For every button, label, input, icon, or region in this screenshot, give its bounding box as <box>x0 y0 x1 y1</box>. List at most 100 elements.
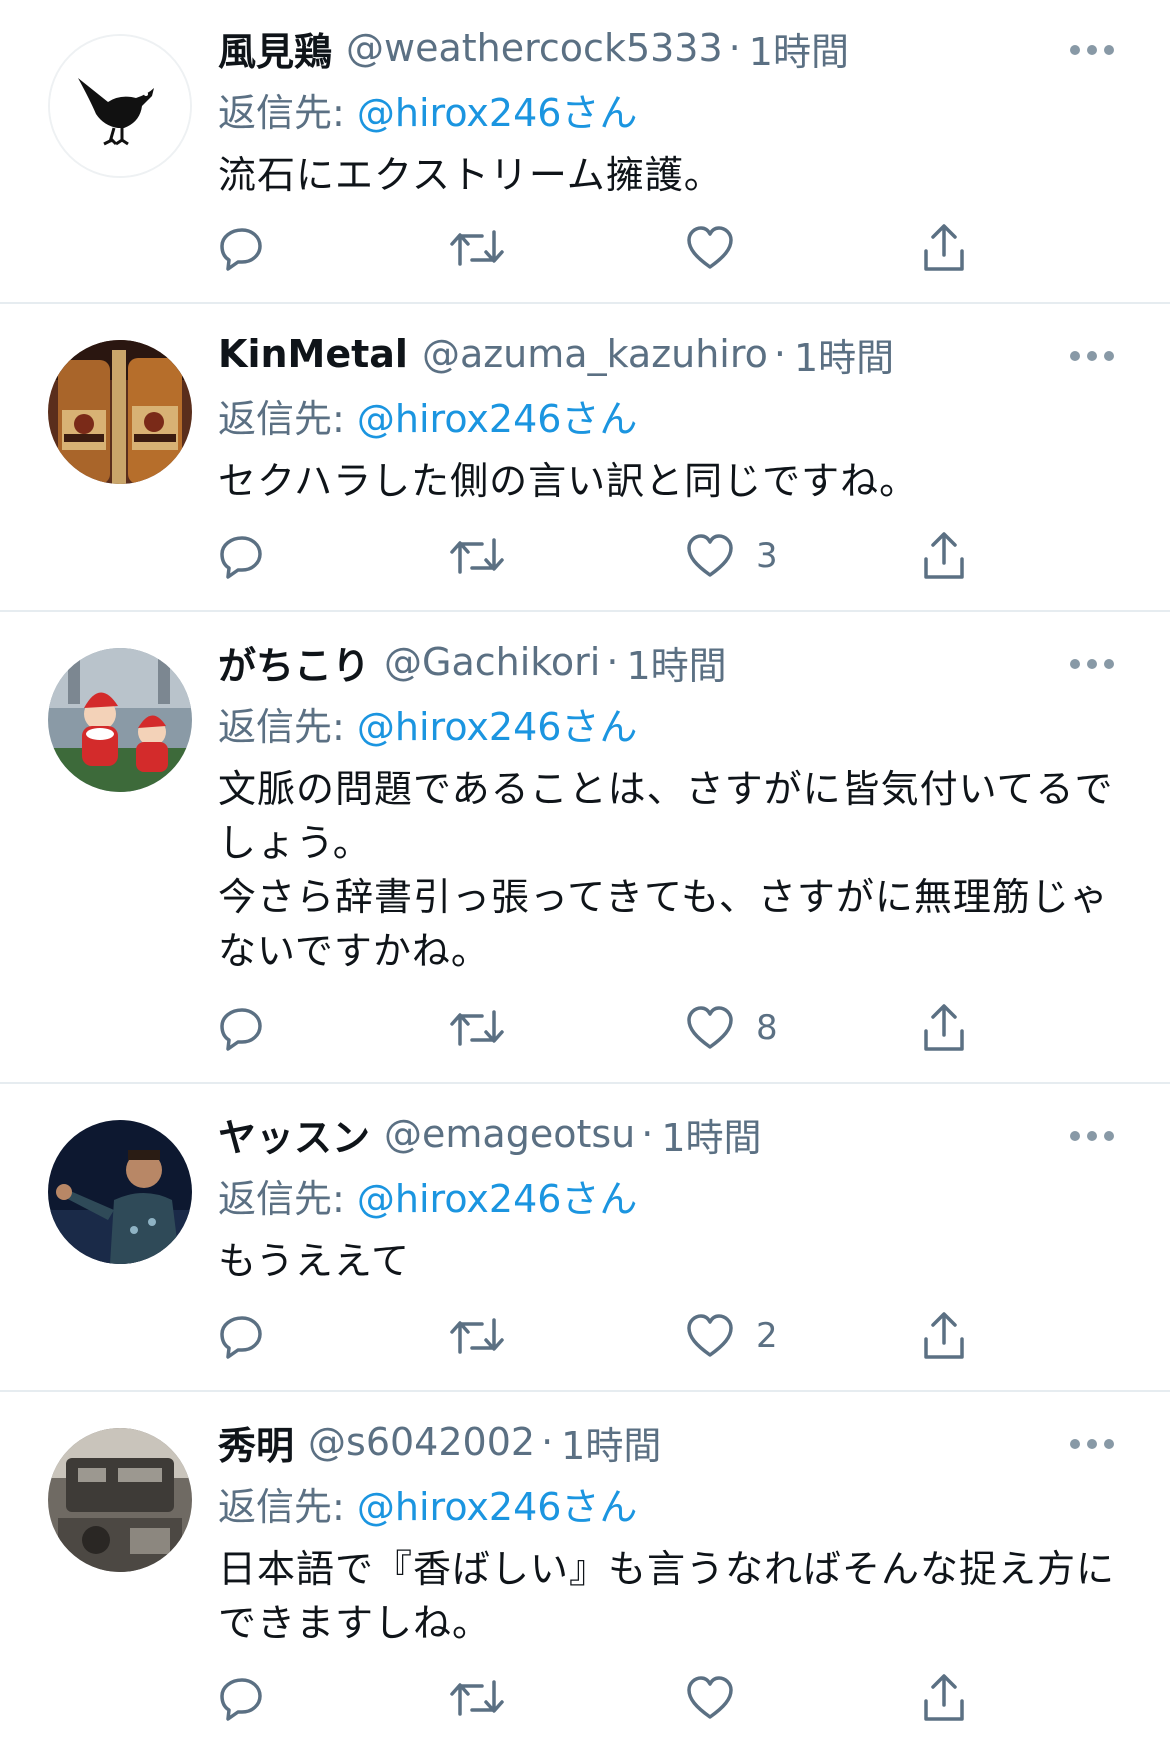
like-button[interactable]: 8 <box>686 1002 778 1054</box>
user-handle[interactable]: @azuma_kazuhiro <box>422 332 768 376</box>
reply-to-label: 返信先: <box>218 705 357 749</box>
reply-to-label: 返信先: <box>218 91 357 135</box>
tweet-5[interactable]: 秀明 @s6042002 · 1時間 返信先: @hirox246さん 日本語で… <box>0 1392 1170 1742</box>
retweet-button[interactable] <box>448 1672 506 1724</box>
reply-timeline: 風見鶏 @weathercock5333 · 1時間 返信先: @hirox24… <box>0 0 1170 1742</box>
reply-icon <box>220 1678 262 1721</box>
reply-to-line: 返信先: @hirox246さん <box>218 388 637 443</box>
retweet-icon <box>450 1318 504 1354</box>
heart-icon <box>687 1006 733 1049</box>
avatar[interactable] <box>48 648 192 792</box>
avatar[interactable] <box>48 340 192 484</box>
reply-mention-link[interactable]: @hirox246さん <box>357 705 638 749</box>
separator-dot: · <box>606 640 619 684</box>
like-button[interactable] <box>686 222 756 274</box>
tweet-header: KinMetal @azuma_kazuhiro · 1時間 <box>218 326 894 382</box>
user-handle[interactable]: @s6042002 <box>308 1420 535 1464</box>
share-icon <box>924 1674 964 1721</box>
timestamp[interactable]: 1時間 <box>749 21 849 76</box>
reply-button[interactable] <box>218 1002 266 1054</box>
separator-dot: · <box>773 332 786 376</box>
retweet-button[interactable] <box>448 222 506 274</box>
tweet-text-line: できますしね。 <box>218 1601 492 1645</box>
reply-mention-link[interactable]: @hirox246さん <box>357 1485 638 1529</box>
tweet-1[interactable]: 風見鶏 @weathercock5333 · 1時間 返信先: @hirox24… <box>0 0 1170 302</box>
like-button[interactable]: 3 <box>686 530 778 582</box>
display-name[interactable]: 秀明 <box>218 1415 294 1470</box>
tweet-text-line: しょう。 <box>218 821 372 865</box>
reply-to-label: 返信先: <box>218 1177 357 1221</box>
display-name[interactable]: 風見鶏 <box>218 21 332 76</box>
tweet-header: ヤッスン @emageotsu · 1時間 <box>218 1106 762 1162</box>
retweet-button[interactable] <box>448 1310 506 1362</box>
share-button[interactable] <box>920 530 968 582</box>
reply-mention-link[interactable]: @hirox246さん <box>357 397 638 441</box>
tweet-text-line: 今さら辞書引っ張ってきても、さすがに無理筋じゃ <box>218 875 1109 919</box>
share-button[interactable] <box>920 1002 968 1054</box>
share-icon <box>924 224 964 271</box>
tweet-text: セクハラした側の言い訳と同じですね。 <box>218 454 1118 508</box>
heart-icon <box>687 1314 733 1357</box>
share-icon <box>924 1312 964 1359</box>
share-button[interactable] <box>920 1672 968 1724</box>
tweet-text-line: 日本語で『香ばしい』も言うなればそんな捉え方に <box>218 1547 1116 1591</box>
more-options-icon[interactable] <box>1070 350 1114 362</box>
share-button[interactable] <box>920 1310 968 1362</box>
tweet-header: がちこり @Gachikori · 1時間 <box>218 634 727 690</box>
tweet-text-line: セクハラした側の言い訳と同じですね。 <box>218 459 919 503</box>
more-options-icon[interactable] <box>1070 658 1114 670</box>
tweet-header: 風見鶏 @weathercock5333 · 1時間 <box>218 20 849 76</box>
more-options-icon[interactable] <box>1070 1130 1114 1142</box>
like-count: 8 <box>756 1008 778 1048</box>
share-icon <box>924 532 964 579</box>
like-button[interactable] <box>686 1672 756 1724</box>
tweet-text-line: 流石にエクストリーム擁護。 <box>218 153 723 197</box>
separator-dot: · <box>728 26 741 70</box>
timestamp[interactable]: 1時間 <box>561 1415 661 1470</box>
avatar[interactable] <box>48 1120 192 1264</box>
athlete-avatar-image <box>48 1120 192 1264</box>
retweet-icon <box>450 538 504 574</box>
reply-to-line: 返信先: @hirox246さん <box>218 1168 637 1223</box>
reply-button[interactable] <box>218 1672 266 1724</box>
retweet-button[interactable] <box>448 1002 506 1054</box>
tweet-2[interactable]: KinMetal @azuma_kazuhiro · 1時間 返信先: @hir… <box>0 304 1170 610</box>
display-name[interactable]: KinMetal <box>218 332 408 376</box>
display-name[interactable]: がちこり <box>218 635 370 690</box>
reply-button[interactable] <box>218 222 266 274</box>
reply-button[interactable] <box>218 530 266 582</box>
tweet-3[interactable]: がちこり @Gachikori · 1時間 返信先: @hirox246さん 文… <box>0 612 1170 1082</box>
tweet-4[interactable]: ヤッスン @emageotsu · 1時間 返信先: @hirox246さん も… <box>0 1084 1170 1390</box>
reply-to-label: 返信先: <box>218 1485 357 1529</box>
user-handle[interactable]: @Gachikori <box>384 640 600 684</box>
more-options-icon[interactable] <box>1070 44 1114 56</box>
reply-icon <box>220 536 262 579</box>
tweet-actions: 2 <box>218 1310 978 1362</box>
reply-mention-link[interactable]: @hirox246さん <box>357 1177 638 1221</box>
reply-button[interactable] <box>218 1310 266 1362</box>
display-name[interactable]: ヤッスン <box>218 1107 370 1162</box>
timestamp[interactable]: 1時間 <box>626 635 726 690</box>
reply-mention-link[interactable]: @hirox246さん <box>357 91 638 135</box>
heart-icon <box>687 1676 733 1719</box>
timestamp[interactable]: 1時間 <box>794 327 894 382</box>
retweet-button[interactable] <box>448 530 506 582</box>
user-handle[interactable]: @emageotsu <box>384 1112 635 1156</box>
like-button[interactable]: 2 <box>686 1310 778 1362</box>
share-button[interactable] <box>920 222 968 274</box>
tweet-text-line: ないですかね。 <box>218 929 490 973</box>
avatar[interactable] <box>48 1428 192 1572</box>
tweet-actions: 8 <box>218 1002 978 1054</box>
tweet-text: 日本語で『香ばしい』も言うなればそんな捉え方に できますしね。 <box>218 1542 1118 1650</box>
tweet-header: 秀明 @s6042002 · 1時間 <box>218 1414 661 1470</box>
timestamp[interactable]: 1時間 <box>661 1107 761 1162</box>
reply-icon <box>220 228 262 271</box>
tweet-text-line: 文脈の問題であることは、さすがに皆気付いてるで <box>218 767 1114 811</box>
like-count: 2 <box>756 1316 778 1356</box>
avatar[interactable] <box>48 34 192 178</box>
reply-to-line: 返信先: @hirox246さん <box>218 696 637 751</box>
user-handle[interactable]: @weathercock5333 <box>346 26 723 70</box>
more-options-icon[interactable] <box>1070 1438 1114 1450</box>
separator-dot: · <box>541 1420 554 1464</box>
tweet-actions: 3 <box>218 530 978 582</box>
